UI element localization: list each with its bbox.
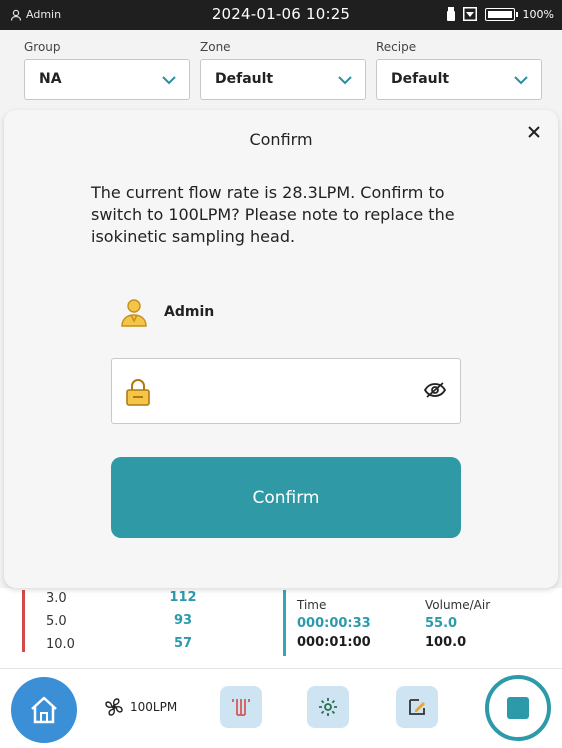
sampled-volume: 55.0 xyxy=(425,616,458,631)
zone-label: Zone xyxy=(200,40,231,54)
battery-level: 100% xyxy=(522,7,554,21)
close-icon xyxy=(528,126,540,138)
volume-label: Volume/Air xyxy=(425,598,491,612)
elapsed-time: 000:00:33 xyxy=(297,616,371,631)
zone-value: Default xyxy=(215,71,274,87)
home-icon xyxy=(31,696,57,724)
status-bar: Admin 2024-01-06 10:25 100% xyxy=(0,0,562,30)
screen: Admin 2024-01-06 10:25 100% Group NA Zon… xyxy=(0,0,562,748)
confirm-dialog: Confirm The current flow rate is 28.3LPM… xyxy=(4,110,558,588)
lock-icon xyxy=(126,379,150,406)
sample-info-divider xyxy=(283,590,286,656)
particle-count: 93 xyxy=(173,613,193,628)
group-value: NA xyxy=(39,71,62,87)
confirm-button[interactable]: Confirm xyxy=(111,457,461,538)
edit-report-icon xyxy=(409,699,425,715)
total-volume: 100.0 xyxy=(425,635,467,650)
zone-select[interactable]: Default xyxy=(200,59,366,100)
particle-size: 10.0 xyxy=(46,637,75,652)
particle-size: 3.0 xyxy=(46,591,67,606)
particle-size: 5.0 xyxy=(46,614,67,629)
battery-icon xyxy=(484,7,518,21)
recipe-select[interactable]: Default xyxy=(376,59,542,100)
stop-button[interactable] xyxy=(485,675,551,741)
status-indicators: 100% xyxy=(446,7,554,21)
sampling-icon xyxy=(232,699,250,716)
flow-rate-indicator[interactable]: 100LPM xyxy=(104,697,177,717)
particle-table-divider xyxy=(22,590,25,652)
network-icon xyxy=(462,7,477,21)
group-label: Group xyxy=(24,40,61,54)
home-button[interactable] xyxy=(11,677,77,743)
close-button[interactable] xyxy=(522,120,546,144)
usb-icon xyxy=(446,7,455,21)
particle-count: 112 xyxy=(169,590,197,605)
sampling-button[interactable] xyxy=(220,686,262,728)
fan-icon xyxy=(105,698,123,716)
user-avatar-icon xyxy=(121,299,147,327)
chevron-down-icon xyxy=(162,76,176,85)
eye-off-icon[interactable] xyxy=(424,381,446,399)
time-label: Time xyxy=(297,598,327,612)
dialog-message: The current flow rate is 28.3LPM. Confir… xyxy=(91,183,455,246)
chevron-down-icon xyxy=(514,76,528,85)
login-user: Admin xyxy=(118,296,214,328)
recipe-value: Default xyxy=(391,71,450,87)
stop-icon xyxy=(507,697,529,719)
password-field[interactable] xyxy=(111,358,461,424)
dialog-title: Confirm xyxy=(249,130,313,149)
login-user-name: Admin xyxy=(164,304,215,320)
group-select[interactable]: NA xyxy=(24,59,190,100)
chevron-down-icon xyxy=(338,76,352,85)
report-button[interactable] xyxy=(396,686,438,728)
gear-icon xyxy=(319,698,337,716)
bottom-nav xyxy=(0,668,562,748)
flow-rate-value: 100LPM xyxy=(130,700,178,714)
password-input[interactable] xyxy=(164,375,404,407)
recipe-label: Recipe xyxy=(376,40,417,54)
total-time: 000:01:00 xyxy=(297,635,371,650)
particle-count: 57 xyxy=(173,636,193,651)
settings-button[interactable] xyxy=(307,686,349,728)
